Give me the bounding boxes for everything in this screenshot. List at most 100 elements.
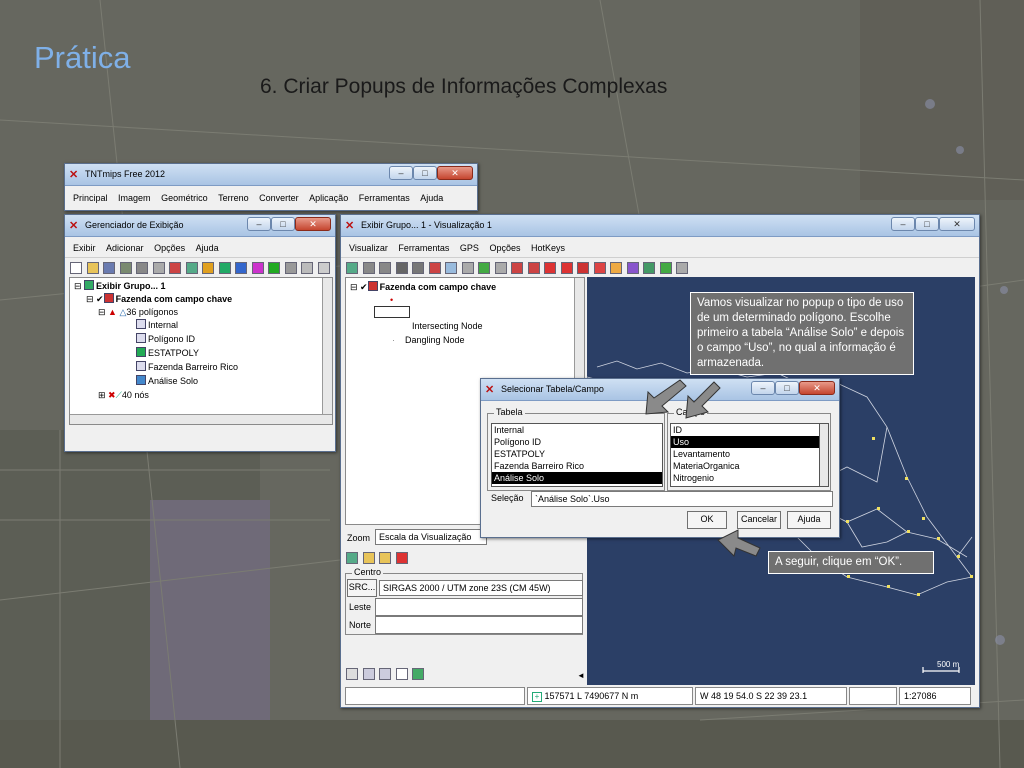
- menu-visualizar[interactable]: Visualizar: [349, 238, 388, 258]
- menu-gps[interactable]: GPS: [460, 238, 479, 258]
- horizontal-scrollbar[interactable]: [70, 414, 332, 424]
- zoom-in-icon[interactable]: [362, 668, 375, 680]
- menu-ferramentas[interactable]: Ferramentas: [398, 238, 449, 258]
- menu-terreno[interactable]: Terreno: [218, 188, 249, 208]
- maximize-button[interactable]: □: [775, 381, 799, 395]
- tabela-item-selected[interactable]: Análise Solo: [492, 472, 662, 484]
- menu-principal[interactable]: Principal: [73, 188, 108, 208]
- help-button[interactable]: Ajuda: [787, 511, 831, 529]
- collapse-arrow-icon[interactable]: ◄: [577, 671, 585, 680]
- menu-opcoes[interactable]: Opções: [489, 238, 520, 258]
- campo-item[interactable]: Levantamento: [671, 448, 819, 460]
- campo-scrollbar[interactable]: [819, 423, 829, 487]
- cad-icon[interactable]: [185, 262, 198, 274]
- edit-icon[interactable]: [379, 552, 392, 564]
- tabela-item[interactable]: Internal: [492, 424, 662, 436]
- tree-item[interactable]: ESTATPOLY: [136, 347, 199, 359]
- vertical-scrollbar[interactable]: [322, 278, 332, 418]
- close-button[interactable]: ✕: [939, 217, 975, 231]
- magnifier-icon[interactable]: [395, 668, 408, 680]
- view-titlebar[interactable]: ✕ Exibir Grupo... 1 - Visualização 1 – □…: [341, 215, 979, 237]
- sketch-icon[interactable]: [478, 262, 491, 274]
- open-folder-icon[interactable]: [86, 262, 99, 274]
- menu-imagem[interactable]: Imagem: [118, 188, 151, 208]
- ok-button[interactable]: OK: [687, 511, 727, 529]
- pointer-icon[interactable]: [593, 262, 606, 274]
- zoom-out-icon[interactable]: [379, 668, 392, 680]
- maximize-button[interactable]: □: [271, 217, 295, 231]
- display-manager-titlebar[interactable]: ✕ Gerenciador de Exibição – □ ✕: [65, 215, 335, 237]
- vector-icon[interactable]: [152, 262, 165, 274]
- tin-icon[interactable]: [218, 262, 231, 274]
- tree-item[interactable]: Internal: [136, 319, 178, 331]
- shape-icon[interactable]: [202, 262, 215, 274]
- raster-icon[interactable]: [136, 262, 149, 274]
- menu-adicionar[interactable]: Adicionar: [106, 238, 144, 258]
- table-icon[interactable]: [301, 262, 314, 274]
- menu-aplicacao[interactable]: Aplicação: [309, 188, 348, 208]
- new-icon[interactable]: [70, 262, 82, 274]
- tree-item[interactable]: Análise Solo: [136, 375, 198, 387]
- grid-icon[interactable]: [235, 262, 248, 274]
- measure-icon[interactable]: [461, 262, 474, 274]
- save-icon[interactable]: [103, 262, 116, 274]
- find-icon[interactable]: [577, 262, 590, 274]
- menu-opcoes[interactable]: Opções: [154, 238, 185, 258]
- pencil-icon[interactable]: [610, 262, 623, 274]
- tntmips-titlebar[interactable]: ✕ TNTmips Free 2012 – □ ✕: [65, 164, 477, 186]
- leste-field[interactable]: [375, 598, 583, 616]
- close-button[interactable]: ✕: [295, 217, 331, 231]
- maximize-button[interactable]: □: [413, 166, 437, 180]
- zoom-box-icon[interactable]: [379, 262, 392, 274]
- tree-item[interactable]: ⊞ ✖⟋40 nós: [98, 389, 149, 401]
- menu-ajuda[interactable]: Ajuda: [196, 238, 219, 258]
- menu-ferramentas[interactable]: Ferramentas: [359, 188, 410, 208]
- minimize-button[interactable]: –: [751, 381, 775, 395]
- tree-item[interactable]: Polígono ID: [136, 333, 195, 345]
- campo-item-selected[interactable]: Uso: [671, 436, 819, 448]
- image-icon[interactable]: [643, 262, 656, 274]
- campo-item[interactable]: Nitrogenio: [671, 472, 819, 484]
- menu-converter[interactable]: Converter: [259, 188, 299, 208]
- close-button[interactable]: ✕: [799, 381, 835, 395]
- chart-icon[interactable]: [284, 262, 297, 274]
- zoom-select[interactable]: Escala da Visualização: [375, 529, 487, 545]
- tree-item[interactable]: ⊟ Exibir Grupo... 1: [74, 280, 166, 292]
- camera-icon[interactable]: [412, 262, 425, 274]
- cancel-button[interactable]: Cancelar: [737, 511, 781, 529]
- minimize-button[interactable]: –: [891, 217, 915, 231]
- select-icon[interactable]: [445, 262, 458, 274]
- list-icon[interactable]: [317, 262, 330, 274]
- binoculars-icon[interactable]: [395, 262, 408, 274]
- src-button[interactable]: SRC...: [347, 579, 377, 597]
- pinmap-icon[interactable]: [251, 262, 264, 274]
- norte-field[interactable]: [375, 616, 583, 634]
- cancel-icon[interactable]: [395, 552, 408, 564]
- list-icon[interactable]: [346, 668, 358, 680]
- src-field[interactable]: SIRGAS 2000 / UTM zone 23S (CM 45W): [379, 580, 583, 596]
- close-button[interactable]: ✕: [437, 166, 473, 180]
- database-icon[interactable]: [268, 262, 281, 274]
- campo-item[interactable]: MateriaOrganica: [671, 460, 819, 472]
- zoom-icon[interactable]: [362, 262, 375, 274]
- campo-item[interactable]: ID: [671, 424, 819, 436]
- redraw-icon[interactable]: [346, 262, 358, 274]
- menu-ajuda[interactable]: Ajuda: [420, 188, 443, 208]
- open-folder-icon[interactable]: [362, 552, 375, 564]
- tree-item[interactable]: Fazenda Barreiro Rico: [136, 361, 238, 373]
- tabela-item[interactable]: Fazenda Barreiro Rico: [492, 460, 662, 472]
- menu-exibir[interactable]: Exibir: [73, 238, 96, 258]
- selecao-field[interactable]: `Análise Solo`.Uso: [531, 491, 833, 507]
- minimize-button[interactable]: –: [247, 217, 271, 231]
- tabela-item[interactable]: Polígono ID: [492, 436, 662, 448]
- query-icon[interactable]: [494, 262, 507, 274]
- maximize-button[interactable]: □: [915, 217, 939, 231]
- image-icon[interactable]: [412, 668, 425, 680]
- legend-layer[interactable]: ⊟ ✔ Fazenda com campo chave: [350, 281, 496, 293]
- grid-icon[interactable]: [659, 262, 672, 274]
- stop-icon[interactable]: [544, 262, 557, 274]
- tabela-list[interactable]: Internal Polígono ID ESTATPOLY Fazenda B…: [491, 423, 663, 487]
- edit-icon[interactable]: [626, 262, 639, 274]
- tree-item[interactable]: ⊟ ✔ Fazenda com campo chave: [86, 293, 232, 305]
- cancel-icon[interactable]: [560, 262, 573, 274]
